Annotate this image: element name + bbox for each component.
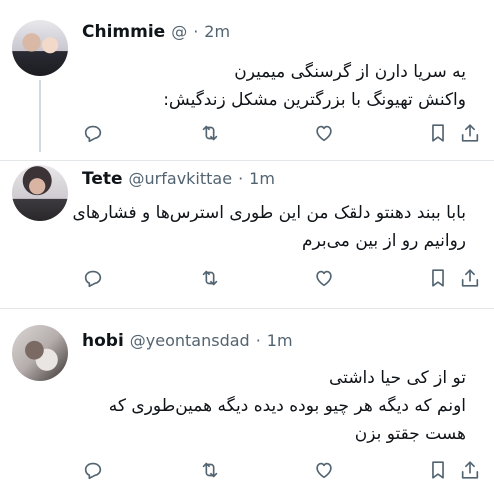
timestamp[interactable]: 1m bbox=[249, 169, 275, 188]
like-icon bbox=[316, 125, 332, 142]
reply-icon bbox=[84, 125, 102, 143]
retweet-button[interactable] bbox=[198, 121, 222, 145]
tweet-header: Chimmie @ · 2m bbox=[82, 22, 230, 42]
tweet-line: هست جقتو بزن bbox=[354, 424, 466, 444]
retweet-button[interactable] bbox=[198, 266, 222, 290]
retweet-icon bbox=[202, 462, 218, 478]
share-button[interactable] bbox=[458, 266, 482, 290]
display-name[interactable]: hobi bbox=[82, 331, 124, 351]
tweet-actions bbox=[80, 458, 480, 484]
share-button[interactable] bbox=[458, 458, 482, 482]
tweet-actions bbox=[80, 121, 480, 147]
tweet-text: بابا ببند دهنتو دلقک من این طوری استرس‌ه… bbox=[73, 199, 467, 255]
avatar[interactable] bbox=[12, 20, 68, 76]
tweet-line: روانیم رو از بین می‌برم bbox=[302, 231, 466, 251]
like-button[interactable] bbox=[312, 458, 336, 482]
separator: · bbox=[238, 169, 244, 188]
tweet-3[interactable]: hobi @yeontansdad · 1m تو از کی حیا داشت… bbox=[0, 309, 494, 500]
like-icon bbox=[316, 270, 332, 287]
like-button[interactable] bbox=[312, 121, 336, 145]
share-button[interactable] bbox=[458, 121, 482, 145]
tweet-1[interactable]: Chimmie @ · 2m یه سریا دارن از گرسنگی می… bbox=[0, 0, 494, 160]
timestamp[interactable]: 2m bbox=[204, 22, 230, 41]
timestamp[interactable]: 1m bbox=[267, 331, 293, 350]
display-name[interactable]: Tete bbox=[82, 169, 123, 189]
display-name[interactable]: Chimmie bbox=[82, 22, 165, 42]
tweet-header: hobi @yeontansdad · 1m bbox=[82, 331, 293, 351]
tweet-line: تو از کی حیا داشتی bbox=[329, 368, 466, 388]
share-icon bbox=[461, 269, 479, 287]
reply-icon bbox=[84, 462, 102, 480]
retweet-icon bbox=[202, 270, 218, 286]
reply-button[interactable] bbox=[81, 121, 105, 145]
tweet-text: تو از کی حیا داشتی اونم که دیگه هر چیو ب… bbox=[109, 364, 466, 448]
avatar[interactable] bbox=[12, 165, 68, 221]
separator: · bbox=[193, 22, 199, 41]
bookmark-icon bbox=[432, 269, 444, 287]
bookmark-button[interactable] bbox=[426, 266, 450, 290]
handle[interactable]: @yeontansdad bbox=[130, 331, 250, 350]
share-icon bbox=[461, 461, 479, 479]
reply-button[interactable] bbox=[81, 458, 105, 482]
reply-icon bbox=[84, 270, 102, 288]
tweet-2[interactable]: Tete @urfavkittae · 1m بابا ببند دهنتو د… bbox=[0, 161, 494, 307]
bookmark-icon bbox=[432, 461, 444, 479]
bookmark-button[interactable] bbox=[426, 458, 450, 482]
like-button[interactable] bbox=[312, 266, 336, 290]
tweet-header: Tete @urfavkittae · 1m bbox=[82, 169, 275, 189]
handle[interactable]: @urfavkittae bbox=[129, 169, 233, 188]
bookmark-icon bbox=[432, 124, 444, 142]
tweet-line: اونم که دیگه هر چیو بوده دیده دیگه همین‌… bbox=[108, 396, 466, 416]
tweet-line: واکنش تهیونگ با بزرگترین مشکل زندگیش: bbox=[163, 90, 466, 110]
separator: · bbox=[255, 331, 261, 350]
bookmark-button[interactable] bbox=[426, 121, 450, 145]
reply-button[interactable] bbox=[81, 266, 105, 290]
share-icon bbox=[461, 124, 479, 142]
handle[interactable]: @ bbox=[171, 22, 187, 41]
tweet-actions bbox=[80, 266, 480, 292]
thread-line bbox=[39, 80, 41, 152]
tweet-text: یه سریا دارن از گرسنگی میمیرن واکنش تهیو… bbox=[163, 58, 466, 114]
retweet-button[interactable] bbox=[198, 458, 222, 482]
tweet-line: بابا ببند دهنتو دلقک من این طوری استرس‌ه… bbox=[72, 203, 467, 223]
retweet-icon bbox=[202, 125, 218, 141]
like-icon bbox=[316, 462, 332, 479]
tweet-line: یه سریا دارن از گرسنگی میمیرن bbox=[234, 62, 466, 82]
avatar[interactable] bbox=[12, 325, 68, 381]
